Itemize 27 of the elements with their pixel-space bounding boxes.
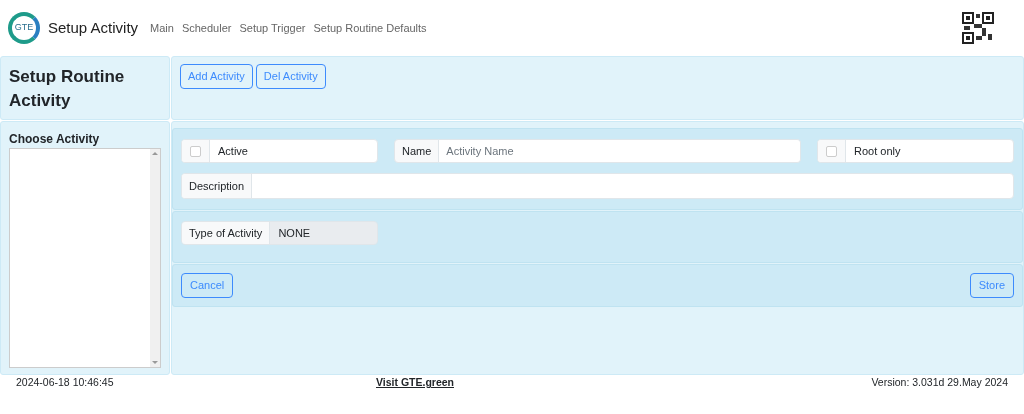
checkbox[interactable]	[190, 145, 201, 157]
nav-link[interactable]: Main	[146, 19, 178, 37]
qr-code-icon	[962, 12, 994, 44]
type-select[interactable]: Type of Activity NONE	[181, 221, 378, 245]
scrollbar[interactable]	[150, 149, 160, 367]
page-title: Setup Routine Activity	[9, 66, 126, 112]
checkbox[interactable]	[826, 145, 837, 157]
description-field[interactable]: Description	[181, 173, 1014, 199]
field-label: Type of Activity	[182, 222, 271, 244]
select-value: NONE	[270, 222, 377, 244]
website-link[interactable]: Visit GTE.green	[376, 375, 454, 391]
name-field[interactable]: Activity Name	[439, 139, 801, 163]
logo-icon: GTE	[8, 12, 40, 44]
nav-link[interactable]: Setup Routine Defaults	[309, 19, 431, 37]
field-label: Name	[394, 139, 440, 163]
scroll-up-icon[interactable]	[152, 151, 158, 157]
scroll-down-icon[interactable]	[152, 359, 158, 365]
sidebar-label: Choose Activity	[9, 131, 101, 148]
app-title: Setup Activity	[48, 17, 139, 38]
field-label: Description	[182, 174, 253, 198]
nav-link[interactable]: Scheduler	[177, 19, 236, 37]
nav-link[interactable]: Setup Trigger	[235, 19, 310, 37]
checkbox-label: Root only	[853, 144, 902, 159]
version-text: Version: 3.031d 29.May 2024	[871, 375, 1008, 391]
activity-list[interactable]	[9, 148, 161, 368]
checkbox-label: Active	[217, 144, 249, 159]
datetime-text: 2024-06-18 10:46:45	[16, 375, 115, 391]
